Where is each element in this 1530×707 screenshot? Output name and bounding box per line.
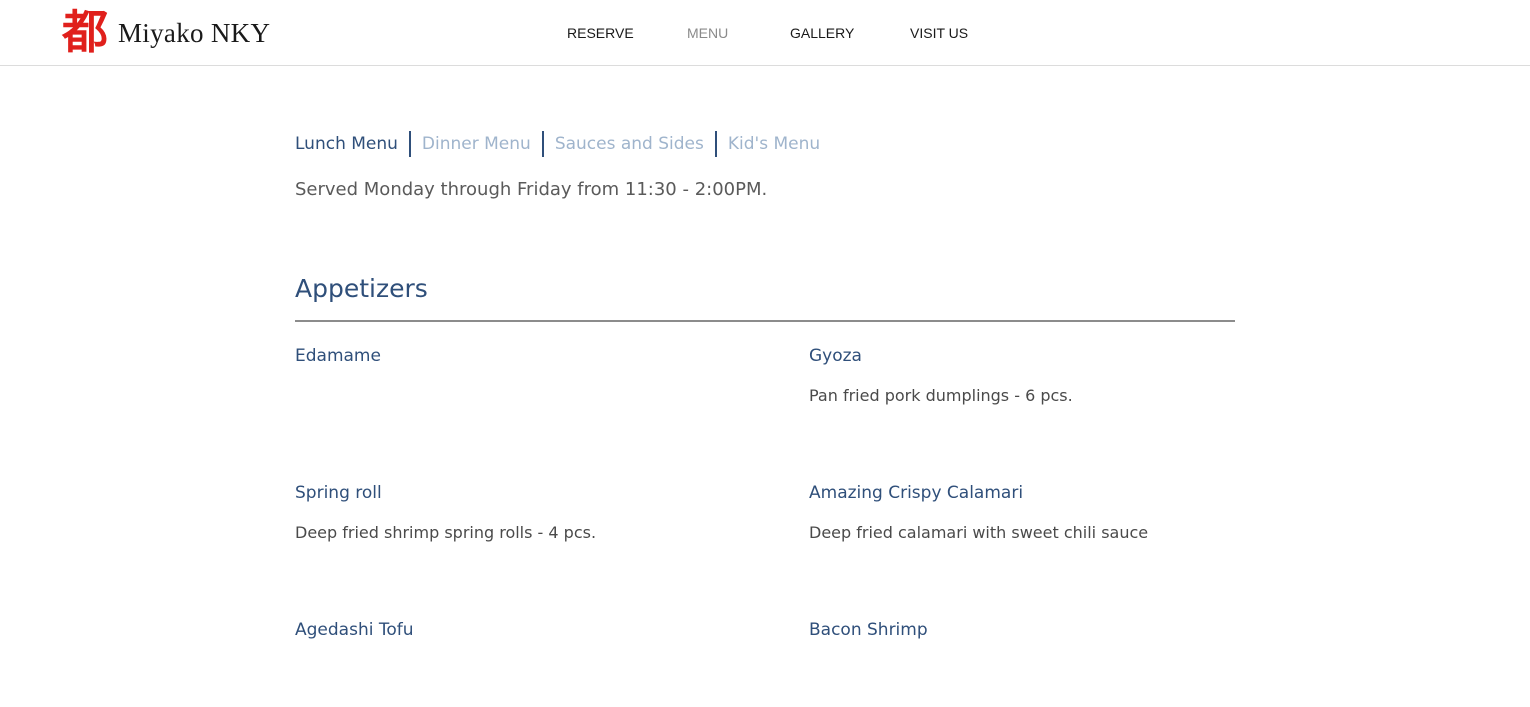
nav-reserve[interactable]: RESERVE <box>567 24 634 42</box>
menu-item-agedashi-tofu: Agedashi Tofu <box>295 616 755 644</box>
menu-item-name: Amazing Crispy Calamari <box>809 483 1024 503</box>
menu-tabs: Lunch Menu Dinner Menu Sauces and Sides … <box>295 130 820 158</box>
section-divider <box>295 320 1235 322</box>
menu-item-edamame: Edamame <box>295 342 755 370</box>
menu-item-description: Deep fried calamari with sweet chili sau… <box>809 523 1149 542</box>
nav-visit-us[interactable]: VISIT US <box>910 24 968 42</box>
tab-kids-menu[interactable]: Kid's Menu <box>728 130 820 158</box>
menu-item-name: Agedashi Tofu <box>295 620 414 640</box>
menu-item-name: Bacon Shrimp <box>809 620 928 640</box>
tab-separator <box>408 131 411 157</box>
menu-item-bacon-shrimp: Bacon Shrimp <box>809 616 1269 644</box>
menu-item-crispy-calamari: Amazing Crispy Calamari Deep fried calam… <box>809 479 1269 547</box>
nav-menu[interactable]: MENU <box>687 24 728 42</box>
site-header: 都 Miyako NKY RESERVE MENU GALLERY VISIT … <box>0 0 1530 66</box>
menu-item-name: Spring roll <box>295 483 382 503</box>
menu-item-gyoza: Gyoza Pan fried pork dumplings - 6 pcs. <box>809 342 1269 410</box>
section-title-appetizers: Appetizers <box>295 274 428 303</box>
tab-separator <box>541 131 544 157</box>
menu-item-description: Pan fried pork dumplings - 6 pcs. <box>809 386 1073 405</box>
tab-lunch-menu[interactable]: Lunch Menu <box>295 130 398 158</box>
menu-item-spring-roll: Spring roll Deep fried shrimp spring rol… <box>295 479 755 547</box>
logo-icon[interactable]: 都 <box>62 6 108 58</box>
served-hours-note: Served Monday through Friday from 11:30 … <box>295 179 768 200</box>
tab-dinner-menu[interactable]: Dinner Menu <box>422 130 531 158</box>
menu-item-name: Edamame <box>295 346 381 366</box>
menu-item-description: Deep fried shrimp spring rolls - 4 pcs. <box>295 523 597 542</box>
menu-item-name: Gyoza <box>809 346 862 366</box>
nav-gallery[interactable]: GALLERY <box>790 24 854 42</box>
tab-sauces-and-sides[interactable]: Sauces and Sides <box>555 130 704 158</box>
tab-separator <box>714 131 717 157</box>
brand-name[interactable]: Miyako NKY <box>118 17 270 49</box>
